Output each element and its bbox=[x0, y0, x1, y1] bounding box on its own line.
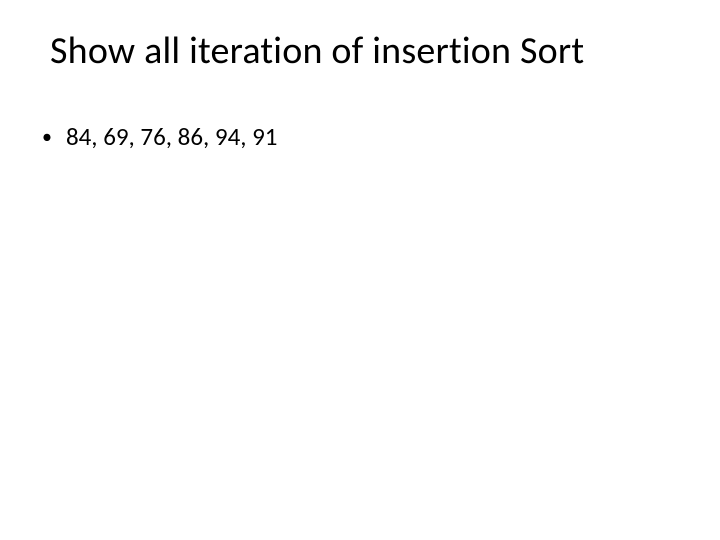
bullet-icon: • bbox=[42, 122, 52, 152]
slide-container: Show all iteration of insertion Sort • 8… bbox=[0, 0, 720, 540]
bullet-text: 84, 69, 76, 86, 94, 91 bbox=[66, 122, 278, 152]
slide-title: Show all iteration of insertion Sort bbox=[50, 28, 680, 74]
slide-content: • 84, 69, 76, 86, 94, 91 bbox=[40, 122, 680, 152]
list-item: • 84, 69, 76, 86, 94, 91 bbox=[40, 122, 680, 152]
